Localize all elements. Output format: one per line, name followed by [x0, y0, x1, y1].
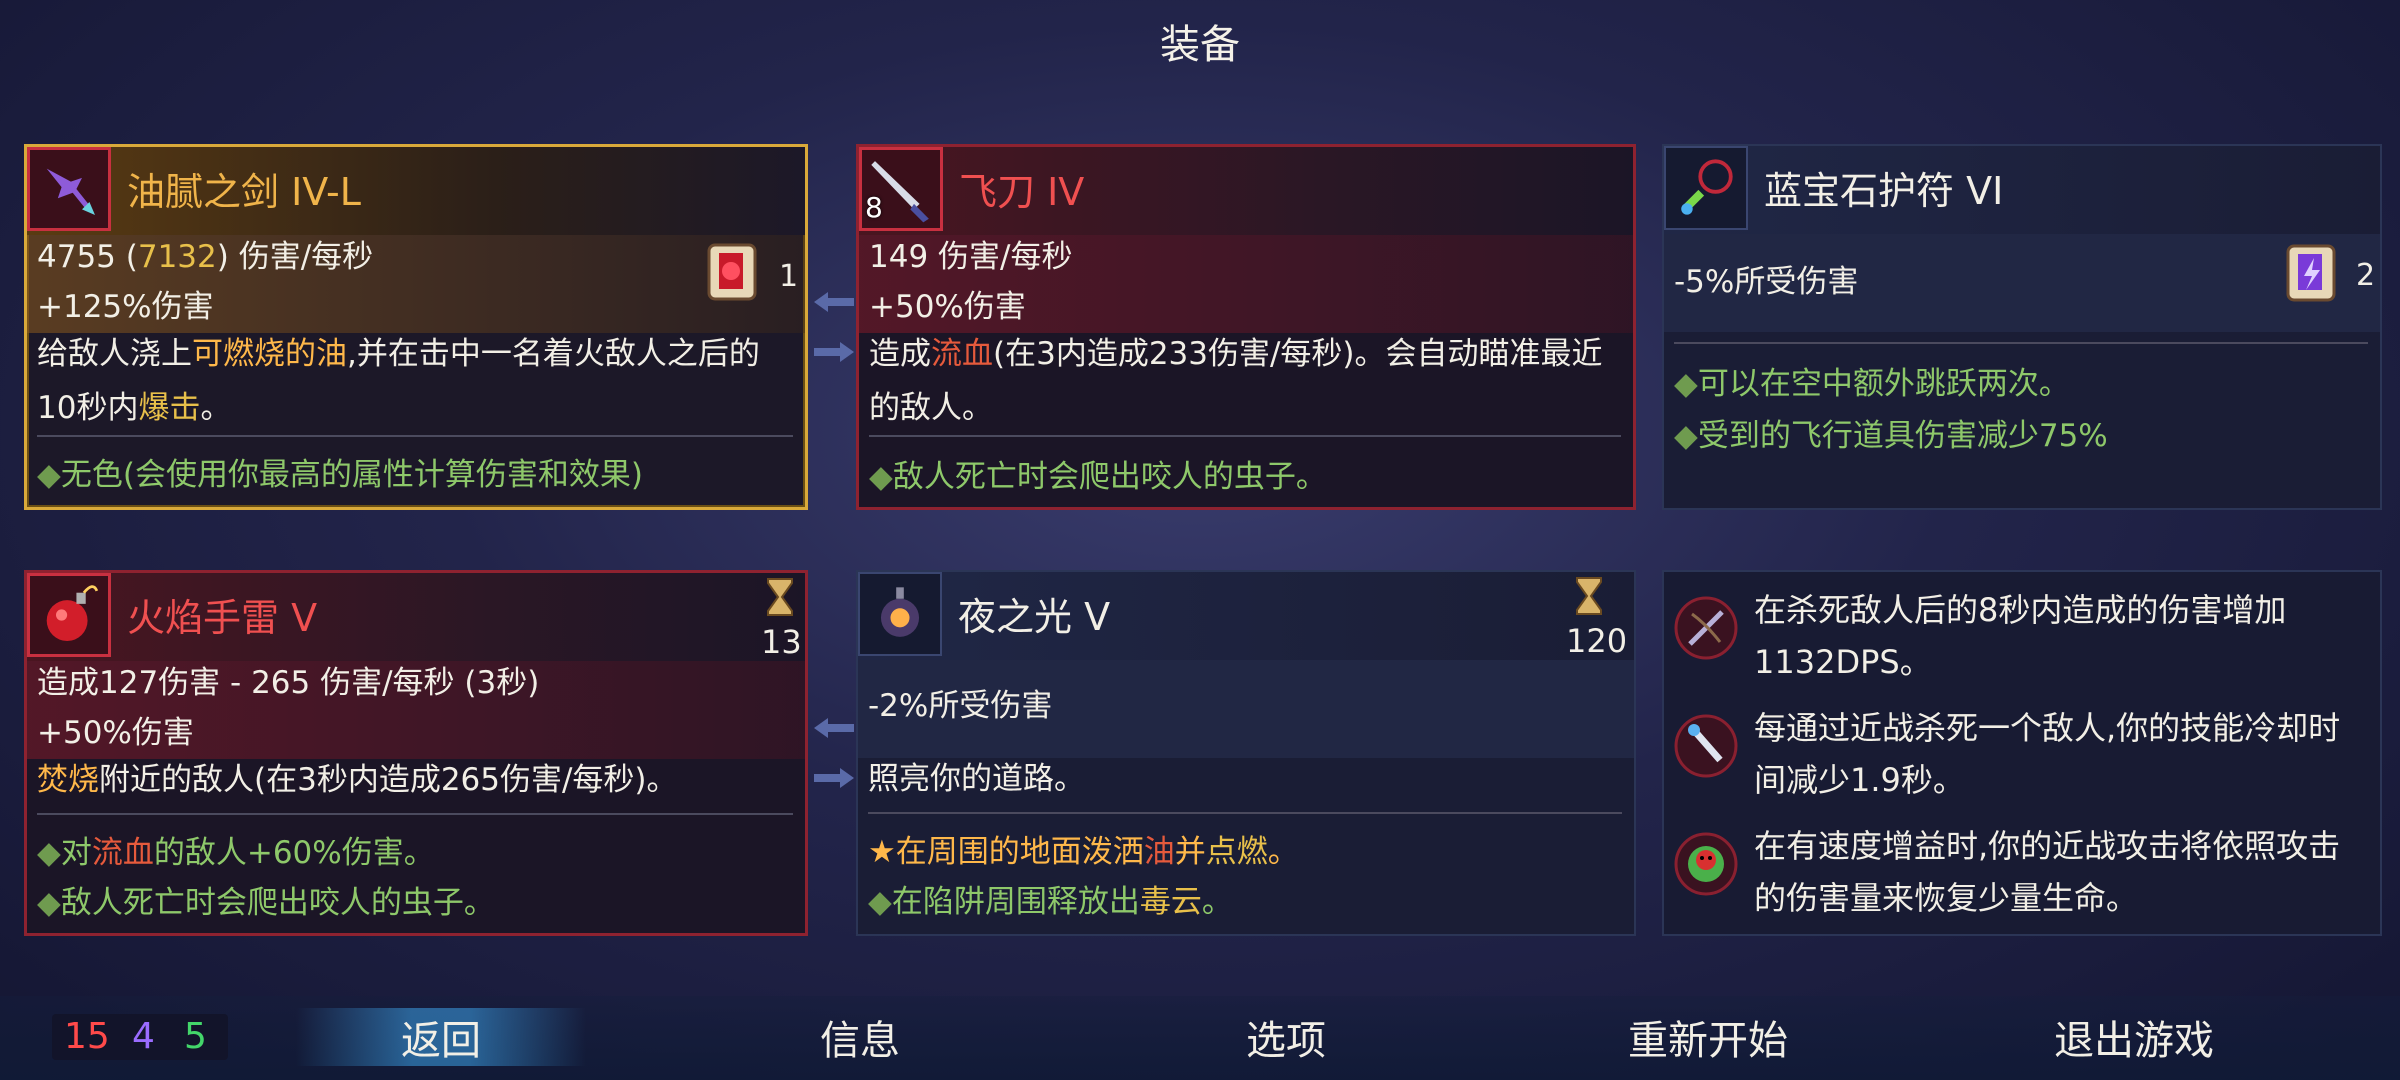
survival-stat: 5 [184, 1016, 207, 1057]
dps-line: 149 伤害/每秒 [869, 239, 1073, 275]
mutation-item[interactable]: 在有速度增益时,你的近战攻击将依照攻击的伤害量来恢复少量生命。 [1672, 820, 2372, 932]
item-header: 蓝宝石护符 VI [1664, 146, 2380, 234]
item-header: 火焰手雷 V [27, 573, 805, 661]
mutation-item[interactable]: 每通过近战杀死一个敌人,你的技能冷却时间减少1.9秒。 [1672, 702, 2372, 814]
divider [37, 813, 793, 815]
item-name: 飞刀 IV [959, 170, 1085, 214]
fire-grenade-icon [27, 573, 111, 657]
hourglass-icon [1576, 577, 1602, 615]
cooldown-value: 13 [761, 623, 802, 661]
divider [868, 812, 1622, 814]
item-description: 照亮你的道路。 [868, 761, 1085, 797]
hourglass-icon [767, 578, 793, 616]
item-name: 蓝宝石护符 VI [1764, 169, 2004, 213]
weapon-slot-2[interactable]: 8 飞刀 IV 149 伤害/每秒 +50%伤害 造成流血(在3内造成233伤害… [856, 144, 1636, 510]
brutality-stat: 15 [64, 1016, 110, 1057]
damage-line: 造成127伤害 - 265 伤害/每秒 (3秒) [37, 665, 540, 701]
mutation-text: 在杀死敌人后的8秒内造成的伤害增加1132DPS。 [1754, 591, 2287, 681]
cooldown-value: 120 [1566, 622, 1628, 660]
page-title: 装备 [1160, 22, 1240, 68]
melee-kill-mutation-icon [1674, 714, 1738, 778]
item-feature: ◆在陷阱周围释放出毒云。 [868, 884, 1233, 920]
swap-right-arrow-icon[interactable] [812, 766, 856, 790]
night-light-icon [858, 572, 942, 656]
item-name: 火焰手雷 V [127, 596, 318, 640]
scroll-icon [2286, 244, 2336, 302]
restart-button[interactable]: 重新开始 [1578, 1008, 1838, 1066]
item-header: 油腻之剑 IV-L [27, 147, 805, 235]
item-stat: -2%所受伤害 [868, 688, 1053, 724]
damage-bonus: +125%伤害 [37, 289, 214, 325]
swap-left-arrow-icon[interactable] [812, 290, 856, 314]
mutation-item[interactable]: 在杀死敌人后的8秒内造成的伤害增加1132DPS。 [1672, 584, 2372, 696]
info-button[interactable]: 信息 [760, 1008, 960, 1066]
dps-line: 4755 (7132) 伤害/每秒 [37, 239, 374, 275]
item-feature: ★在周围的地面泼洒油并点燃。 [868, 834, 1299, 870]
sapphire-amulet-icon [1664, 146, 1748, 230]
mutations-panel: 在杀死敌人后的8秒内造成的伤害增加1132DPS。 每通过近战杀死一个敌人,你的… [1662, 570, 2382, 936]
oily-sword-icon [27, 147, 111, 231]
item-level: 8 [865, 191, 883, 224]
item-feature: ◆受到的飞行道具伤害减少75% [1674, 418, 2108, 454]
item-header: 夜之光 V [858, 572, 1634, 660]
tactics-stat: 4 [132, 1016, 155, 1057]
scroll-icon [707, 243, 757, 301]
item-feature: ◆可以在空中额外跳跃两次。 [1674, 366, 2070, 402]
options-button[interactable]: 选项 [1186, 1008, 1386, 1066]
scroll-count: 1 [779, 259, 799, 294]
swap-left-arrow-icon[interactable] [812, 716, 856, 740]
item-description: 给敌人浇上可燃烧的油,并在击中一名着火敌人之后的10秒内爆击。 [37, 336, 760, 426]
item-stat: -5%所受伤害 [1674, 264, 1859, 300]
scroll-count: 2 [2356, 258, 2376, 293]
divider [1674, 342, 2368, 344]
item-name: 夜之光 V [958, 595, 1111, 639]
bow-kill-mutation-icon [1674, 596, 1738, 660]
mutation-text: 在有速度增益时,你的近战攻击将依照攻击的伤害量来恢复少量生命。 [1754, 827, 2341, 917]
stat-scrolls: 15 4 5 [52, 1014, 228, 1060]
skill-slot-1[interactable]: 火焰手雷 V 13 造成127伤害 - 265 伤害/每秒 (3秒) +50%伤… [24, 570, 808, 936]
damage-bonus: +50%伤害 [37, 715, 194, 751]
damage-bonus: +50%伤害 [869, 289, 1026, 325]
skill-slot-2[interactable]: 夜之光 V 120 -2%所受伤害 照亮你的道路。 ★在周围的地面泼洒油并点燃。… [856, 570, 1636, 936]
item-feature: ◆敌人死亡时会爬出咬人的虫子。 [37, 885, 495, 921]
skull-mutation-icon [1674, 832, 1738, 896]
item-description: 焚烧附近的敌人(在3秒内造成265伤害/每秒)。 [37, 762, 678, 798]
divider [869, 435, 1621, 437]
item-description: 造成流血(在3内造成233伤害/每秒)。会自动瞄准最近的敌人。 [869, 336, 1603, 426]
item-feature: ◆对流血的敌人+60%伤害。 [37, 835, 435, 871]
quit-game-button[interactable]: 退出游戏 [2004, 1008, 2264, 1066]
swap-right-arrow-icon[interactable] [812, 340, 856, 364]
item-feature: ◆无色(会使用你最高的属性计算伤害和效果) [37, 457, 644, 493]
item-name: 油腻之剑 IV-L [127, 170, 361, 214]
item-header: 8 飞刀 IV [859, 147, 1633, 235]
item-feature: ◆敌人死亡时会爬出咬人的虫子。 [869, 459, 1327, 495]
weapon-slot-1[interactable]: 油腻之剑 IV-L 4755 (7132) 伤害/每秒 +125%伤害 1 给敌… [24, 144, 808, 510]
amulet-slot[interactable]: 蓝宝石护符 VI -5%所受伤害 2 ◆可以在空中额外跳跃两次。 ◆受到的飞行道… [1662, 144, 2382, 510]
mutation-text: 每通过近战杀死一个敌人,你的技能冷却时间减少1.9秒。 [1754, 709, 2341, 799]
back-button[interactable]: 返回 [296, 1008, 586, 1066]
divider [37, 435, 793, 437]
